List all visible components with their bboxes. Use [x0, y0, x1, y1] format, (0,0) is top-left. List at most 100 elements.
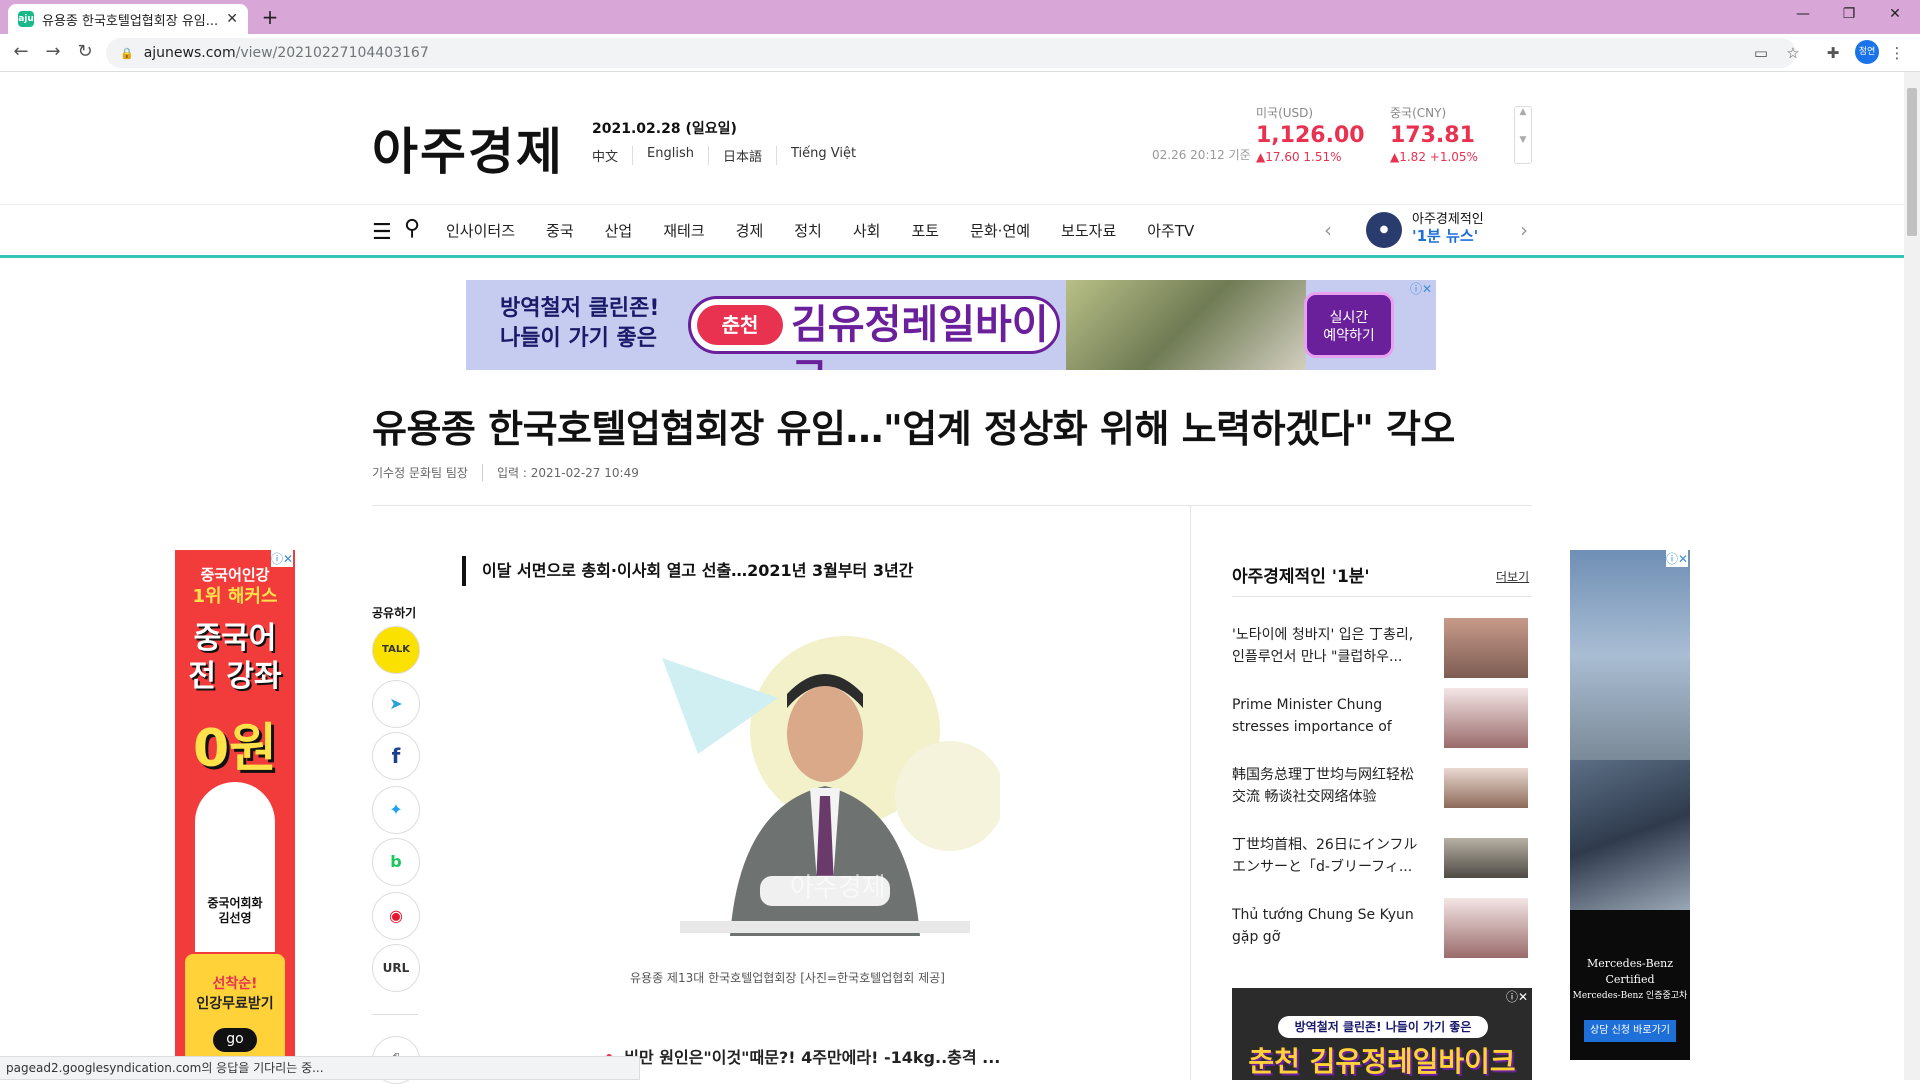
ad-brand-name: 김유정레일바이크 — [791, 302, 1049, 370]
sidebar-news-thumbnail — [1444, 688, 1528, 748]
divider — [372, 505, 1532, 506]
adchoices-icon[interactable]: ⓘ✕ — [1665, 550, 1688, 567]
chevron-right-icon[interactable]: › — [1520, 218, 1528, 242]
main-nav: 인사이터즈 중국 산업 재테크 경제 정치 사회 포토 문화·연예 보도자료 아… — [446, 220, 1225, 241]
telegram-icon[interactable]: ➤ — [372, 680, 420, 728]
sidebar-news-item[interactable]: 韩国务总理丁世均与网红轻松交流 畅谈社交网络体验 — [1232, 758, 1532, 820]
ad-teacher-photo — [195, 782, 275, 952]
fx-usd: 미국(USD) 1,126.00 ▲17.60 1.51% — [1256, 104, 1365, 164]
kakaotalk-share-button[interactable]: TALK — [372, 626, 420, 674]
url-host: ajunews.com — [143, 45, 236, 61]
bookmark-star-icon[interactable]: ☆ — [1782, 42, 1804, 64]
nav-item-culture[interactable]: 문화·연예 — [970, 220, 1030, 241]
new-tab-button[interactable]: + — [258, 6, 282, 30]
ad-go-button[interactable]: go — [213, 1028, 257, 1052]
nav-item-ajutv[interactable]: 아주TV — [1147, 220, 1194, 241]
site-logo[interactable]: 아주경제 — [372, 112, 564, 184]
sidebar-news-item[interactable]: Thủ tướng Chung Se Kyun gặp gỡ influence… — [1232, 898, 1532, 960]
divider — [1232, 596, 1532, 597]
ad-consult-button[interactable]: 상담 신청 바로가기 — [1584, 1020, 1676, 1042]
profile-avatar[interactable]: 정연 — [1855, 40, 1879, 64]
ad-cta-line-1: 실시간 — [1329, 310, 1369, 326]
nav-item-society[interactable]: 사회 — [853, 220, 881, 241]
ad-line-4: 전 강좌 — [188, 659, 282, 694]
reload-icon[interactable]: ↻ — [72, 40, 98, 66]
adchoices-icon[interactable]: ⓘ✕ — [1410, 280, 1432, 297]
sidebar-news-text: Prime Minister Chung stresses importance… — [1232, 697, 1392, 735]
chevron-left-icon[interactable]: ‹ — [1324, 218, 1332, 242]
twitter-icon[interactable]: ✦ — [372, 786, 420, 834]
related-link-text: 비만 원인은"이것"때문?! 4주만에라! -14kg..충격 ... — [624, 1048, 1001, 1067]
ad-price: 0원 — [192, 719, 278, 779]
browser-menu-icon[interactable]: ⋮ — [1886, 42, 1908, 64]
sidebar-news-item[interactable]: 丁世均首相、26日にインフルエンサーと「d-ブリーフィ... — [1232, 828, 1532, 890]
top-banner-ad[interactable]: 방역철저 클린존! 나들이 가기 좋은 춘천 김유정레일바이크 실시간 예약하기… — [466, 280, 1436, 370]
column-divider — [1190, 505, 1191, 1080]
close-tab-icon[interactable]: ✕ — [226, 11, 238, 27]
chevron-up-icon[interactable]: ▲ — [1515, 107, 1531, 117]
adchoices-icon[interactable]: ⓘ✕ — [270, 550, 293, 567]
fx-scroll-control[interactable]: ▲ ▼ — [1514, 106, 1532, 164]
sidebar-banner-ad[interactable]: 방역철저 클린존! 나들이 가기 좋은 춘천 김유정레일바이크 ⓘ✕ — [1232, 988, 1532, 1080]
url-copy-button[interactable]: URL — [372, 944, 420, 992]
ad-brand-line-1: Mercedes-Benz Certified — [1586, 957, 1674, 986]
adchoices-icon[interactable]: ⓘ✕ — [1506, 988, 1528, 1005]
lang-link-english[interactable]: English — [632, 146, 708, 165]
back-arrow-icon[interactable]: ← — [8, 40, 34, 66]
promo-line-1: 아주경제적인 — [1412, 212, 1484, 227]
maximize-window-button[interactable]: ❐ — [1826, 0, 1872, 30]
nav-item-politics[interactable]: 정치 — [794, 220, 822, 241]
related-link[interactable]: •비만 원인은"이것"때문?! 4주만에라! -14kg..충격 ... — [604, 1044, 1000, 1068]
fx-cny-change: ▲1.82 +1.05% — [1390, 150, 1478, 164]
share-label: 공유하기 — [372, 606, 417, 620]
article-author[interactable]: 기수정 문화팀 팀장 — [372, 464, 483, 481]
nav-item-industry[interactable]: 산업 — [605, 220, 633, 241]
fx-cny: 중국(CNY) 173.81 ▲1.82 +1.05% — [1390, 104, 1478, 164]
language-links: 中文 English 日本語 Tiếng Việt — [592, 146, 870, 165]
lang-link-japanese[interactable]: 日本語 — [707, 146, 776, 165]
lang-link-chinese[interactable]: 中文 — [592, 146, 632, 165]
ad-city: 춘천 — [697, 305, 783, 345]
ad-text: 방역철저 클린존! 나들이 가기 좋은 — [500, 294, 659, 354]
ad-offer-line-2: 인강무료받기 — [196, 996, 274, 1012]
nav-item-china[interactable]: 중국 — [546, 220, 574, 241]
right-skyscraper-ad[interactable]: Mercedes-Benz Certified Mercedes-Benz 인증… — [1570, 550, 1690, 1060]
minimize-window-button[interactable]: — — [1780, 0, 1826, 30]
chevron-down-icon[interactable]: ▼ — [1515, 135, 1531, 145]
cast-icon[interactable]: ▭ — [1750, 42, 1772, 64]
ad-teacher-line-2: 김선영 — [218, 911, 252, 925]
address-bar[interactable]: 🔒 ajunews.com/view/20210227104403167 — [106, 38, 1796, 68]
band-icon[interactable]: b — [372, 838, 420, 886]
nav-item-insiders[interactable]: 인사이터즈 — [446, 220, 515, 241]
search-icon[interactable]: ⚲ — [404, 216, 420, 241]
nav-item-press[interactable]: 보도자료 — [1061, 220, 1116, 241]
extensions-icon[interactable]: ✚ — [1822, 42, 1844, 64]
weibo-icon[interactable]: ◉ — [372, 892, 420, 940]
left-skyscraper-ad[interactable]: 중국어인강 1위 해커스 중국어 전 강좌 0원 중국어회화 김선영 선착순! … — [175, 550, 295, 1060]
ad-text: 중국어인강 1위 해커스 — [175, 564, 295, 608]
browser-tab[interactable]: aju 유용종 한국호텔업협회장 유임... ✕ — [8, 4, 248, 34]
divider — [372, 1014, 418, 1015]
forward-arrow-icon[interactable]: → — [40, 40, 66, 66]
sidebar-news-thumbnail — [1444, 838, 1528, 878]
site-favicon-icon: aju — [18, 11, 34, 27]
nav-item-photo[interactable]: 포토 — [911, 220, 939, 241]
nav-item-finance[interactable]: 재테크 — [663, 220, 704, 241]
ad-reserve-button[interactable]: 실시간 예약하기 — [1304, 292, 1394, 358]
promo-one-minute-news[interactable]: 아주경제적인 '1분 뉴스' — [1412, 212, 1484, 244]
sidebar-news-item[interactable]: '노타이에 청바지' 입은 丁총리, 인플루언서 만나 "클럽하우... — [1232, 618, 1532, 680]
more-link[interactable]: 더보기 — [1496, 568, 1529, 585]
sidebar-news-item[interactable]: Prime Minister Chung stresses importance… — [1232, 688, 1532, 750]
promo-avatar[interactable]: ● — [1366, 212, 1402, 248]
close-window-button[interactable]: ✕ — [1872, 0, 1918, 30]
related-link-next — [622, 1070, 1002, 1080]
ad-line-1: 중국어인강 — [200, 566, 270, 584]
scrollbar-thumb[interactable] — [1907, 88, 1917, 236]
nav-item-economy[interactable]: 경제 — [736, 220, 764, 241]
ad-line-1: 방역철저 클린존! — [500, 296, 660, 321]
facebook-share-button[interactable]: f — [372, 732, 420, 780]
browser-toolbar: ← → ↻ 🔒 ajunews.com/view/202102271044031… — [0, 34, 1920, 72]
lang-link-vietnamese[interactable]: Tiếng Việt — [775, 146, 870, 165]
hamburger-menu-icon[interactable]: ☰ — [372, 220, 392, 245]
sidebar-news-thumbnail — [1444, 618, 1528, 678]
